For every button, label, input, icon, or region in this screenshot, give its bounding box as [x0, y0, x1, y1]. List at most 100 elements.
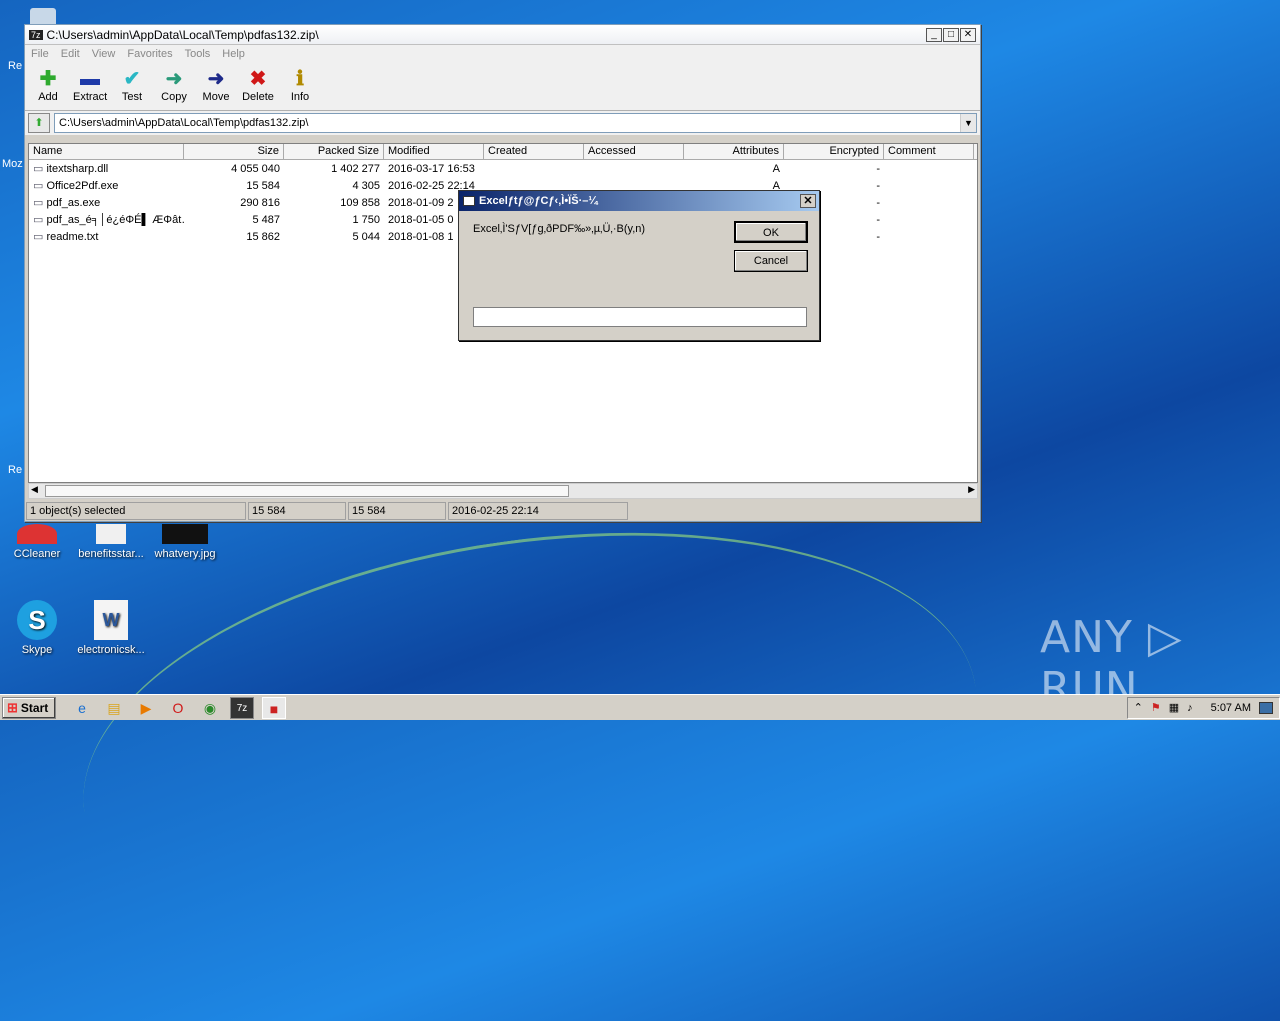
status-bar: 1 object(s) selected 15 584 15 584 2016-…: [25, 501, 980, 521]
close-button[interactable]: ✕: [960, 27, 976, 42]
extract-icon: ▬: [80, 68, 100, 90]
toolbar-label: Extract: [73, 91, 108, 103]
ccleaner-icon: [17, 524, 57, 544]
toolbar-label: Move: [202, 91, 230, 103]
dialog-titlebar[interactable]: Excelƒtƒ@ƒCƒ‹‚Ì•ÏŠ·–¼ ✕: [459, 191, 819, 211]
menu-view[interactable]: View: [92, 48, 116, 60]
explorer-icon[interactable]: ▤: [102, 697, 126, 719]
opera-icon[interactable]: O: [166, 697, 190, 719]
chrome-icon[interactable]: ◉: [198, 697, 222, 719]
file-icon: ▭: [33, 197, 47, 209]
volume-icon[interactable]: ♪: [1187, 702, 1193, 714]
desktop-edge-label: Re: [8, 464, 23, 476]
toolbar-delete-button[interactable]: ✖ Delete: [241, 67, 275, 106]
toolbar-label: Test: [121, 91, 143, 103]
cell-name: ▭ pdf_as_é╕│é¿éΦÉ▌ ÆΦât…: [29, 213, 184, 226]
wallpaper-arc: [55, 479, 1005, 1021]
clock[interactable]: 5:07 AM: [1211, 702, 1251, 714]
desktop-icon-ccleaner[interactable]: CCleaner: [2, 524, 72, 560]
up-folder-button[interactable]: ⬆: [28, 113, 50, 133]
maximize-button[interactable]: □: [943, 27, 959, 42]
cell-modified: 2016-03-17 16:53: [388, 162, 475, 175]
7zip-app-icon: 7z: [29, 29, 43, 40]
file-name: Office2Pdf.exe: [46, 180, 119, 192]
column-header-packed-size[interactable]: Packed Size: [284, 144, 384, 159]
column-header-modified[interactable]: Modified: [384, 144, 484, 159]
toolbar: ✚ Add ▬ Extract ✔ Test ➜ Copy ➜ Move ✖ Delete ℹ Info: [25, 63, 980, 111]
address-dropdown-button[interactable]: ▼: [960, 114, 976, 132]
toolbar-label: Add: [38, 91, 58, 103]
toolbar-add-button[interactable]: ✚ Add: [31, 67, 65, 106]
document-icon: [96, 524, 126, 544]
convert-dialog[interactable]: Excelƒtƒ@ƒCƒ‹‚Ì•ÏŠ·–¼ ✕ Excel‚Ì'SƒV[ƒg‚ð…: [458, 190, 820, 341]
status-size: 15 584: [248, 502, 346, 520]
cell-name: ▭ readme.txt: [29, 230, 184, 243]
7zip-taskbar-icon[interactable]: 7z: [230, 696, 254, 719]
ie-icon[interactable]: e: [70, 697, 94, 719]
desktop-icon-benefitsstar[interactable]: benefitsstar...: [76, 524, 146, 560]
excel-convert-taskbar-icon[interactable]: ■: [262, 696, 286, 719]
cell-size: 290 816: [240, 196, 280, 209]
horizontal-scrollbar[interactable]: ◀ ▶: [28, 483, 978, 499]
menu-file[interactable]: File: [31, 48, 49, 60]
dialog-close-button[interactable]: ✕: [800, 194, 816, 208]
toolbar-move-button[interactable]: ➜ Move: [199, 67, 233, 106]
scrollbar-thumb[interactable]: [45, 485, 569, 497]
word-document-icon: W: [94, 600, 128, 640]
menu-help[interactable]: Help: [222, 48, 245, 60]
media-player-icon[interactable]: ▶: [134, 697, 158, 719]
scroll-right-icon[interactable]: ▶: [968, 484, 975, 495]
network-icon[interactable]: ▦: [1169, 701, 1179, 714]
window-title: C:\Users\admin\AppData\Local\Temp\pdfas1…: [46, 27, 319, 42]
delete-icon: ✖: [249, 68, 267, 90]
ok-button[interactable]: OK: [734, 221, 808, 243]
cell-packed: 4 305: [352, 179, 380, 192]
desktop-edge-label: Re: [8, 60, 23, 72]
scroll-left-icon[interactable]: ◀: [31, 484, 38, 495]
windows-logo-icon: ⊞: [7, 699, 18, 715]
cell-attr: A: [772, 162, 780, 175]
action-center-icon[interactable]: ⚑: [1151, 701, 1161, 714]
taskbar: ⊞ Start e ▤ ▶ O ◉ 7z ■ ⌃ ⚑ ▦ ♪ 5:07 AM: [0, 694, 1280, 720]
menu-favorites[interactable]: Favorites: [127, 48, 172, 60]
column-header-comment[interactable]: Comment: [884, 144, 974, 159]
column-header-name[interactable]: Name: [29, 144, 184, 159]
menu-tools[interactable]: Tools: [185, 48, 211, 60]
cell-size: 5 487: [252, 213, 280, 226]
column-header-encrypted[interactable]: Encrypted: [784, 144, 884, 159]
desktop-icon-label: whatvery.jpg: [154, 548, 216, 560]
desktop-icon-electronicsk[interactable]: W electronicsk...: [76, 600, 146, 656]
file-name: itextsharp.dll: [46, 163, 109, 175]
start-button[interactable]: ⊞ Start: [2, 696, 56, 719]
dialog-input-field[interactable]: [473, 307, 807, 327]
cell-size: 15 584: [246, 179, 280, 192]
toolbar-info-button[interactable]: ℹ Info: [283, 67, 317, 106]
window-titlebar[interactable]: 7z C:\Users\admin\AppData\Local\Temp\pdf…: [25, 25, 980, 45]
desktop-icon-label: benefitsstar...: [78, 548, 144, 560]
desktop-icon-whatvery[interactable]: whatvery.jpg: [150, 524, 220, 560]
desktop-icon-skype[interactable]: S Skype: [2, 600, 72, 656]
minimize-button[interactable]: _: [926, 27, 942, 42]
toolbar-copy-button[interactable]: ➜ Copy: [157, 67, 191, 106]
desktop-edge-label: Moz: [2, 158, 23, 170]
start-label: Start: [20, 700, 49, 715]
cell-packed: 1 750: [352, 213, 380, 226]
cancel-button[interactable]: Cancel: [734, 250, 808, 272]
column-headers: Name Size Packed Size Modified Created Access…: [29, 144, 977, 160]
toolbar-label: Delete: [242, 91, 274, 103]
add-icon: ✚: [39, 68, 57, 90]
cell-name: ▭ itextsharp.dll: [29, 162, 184, 175]
tray-expand-icon[interactable]: ⌃: [1134, 701, 1143, 714]
column-header-attributes[interactable]: Attributes: [684, 144, 784, 159]
menu-edit[interactable]: Edit: [61, 48, 80, 60]
column-header-created[interactable]: Created: [484, 144, 584, 159]
toolbar-extract-button[interactable]: ▬ Extract: [73, 67, 107, 106]
column-header-accessed[interactable]: Accessed: [584, 144, 684, 159]
toolbar-test-button[interactable]: ✔ Test: [115, 67, 149, 106]
copy-icon: ➜: [165, 68, 183, 90]
file-row[interactable]: ▭ itextsharp.dll 4 055 040 1 402 277 2016-0…: [29, 160, 977, 177]
system-tray: ⌃ ⚑ ▦ ♪ 5:07 AM: [1126, 696, 1280, 719]
address-field[interactable]: C:\Users\admin\AppData\Local\Temp\pdfas1…: [54, 113, 977, 133]
column-header-size[interactable]: Size: [184, 144, 284, 159]
show-desktop-icon[interactable]: [1259, 701, 1273, 714]
